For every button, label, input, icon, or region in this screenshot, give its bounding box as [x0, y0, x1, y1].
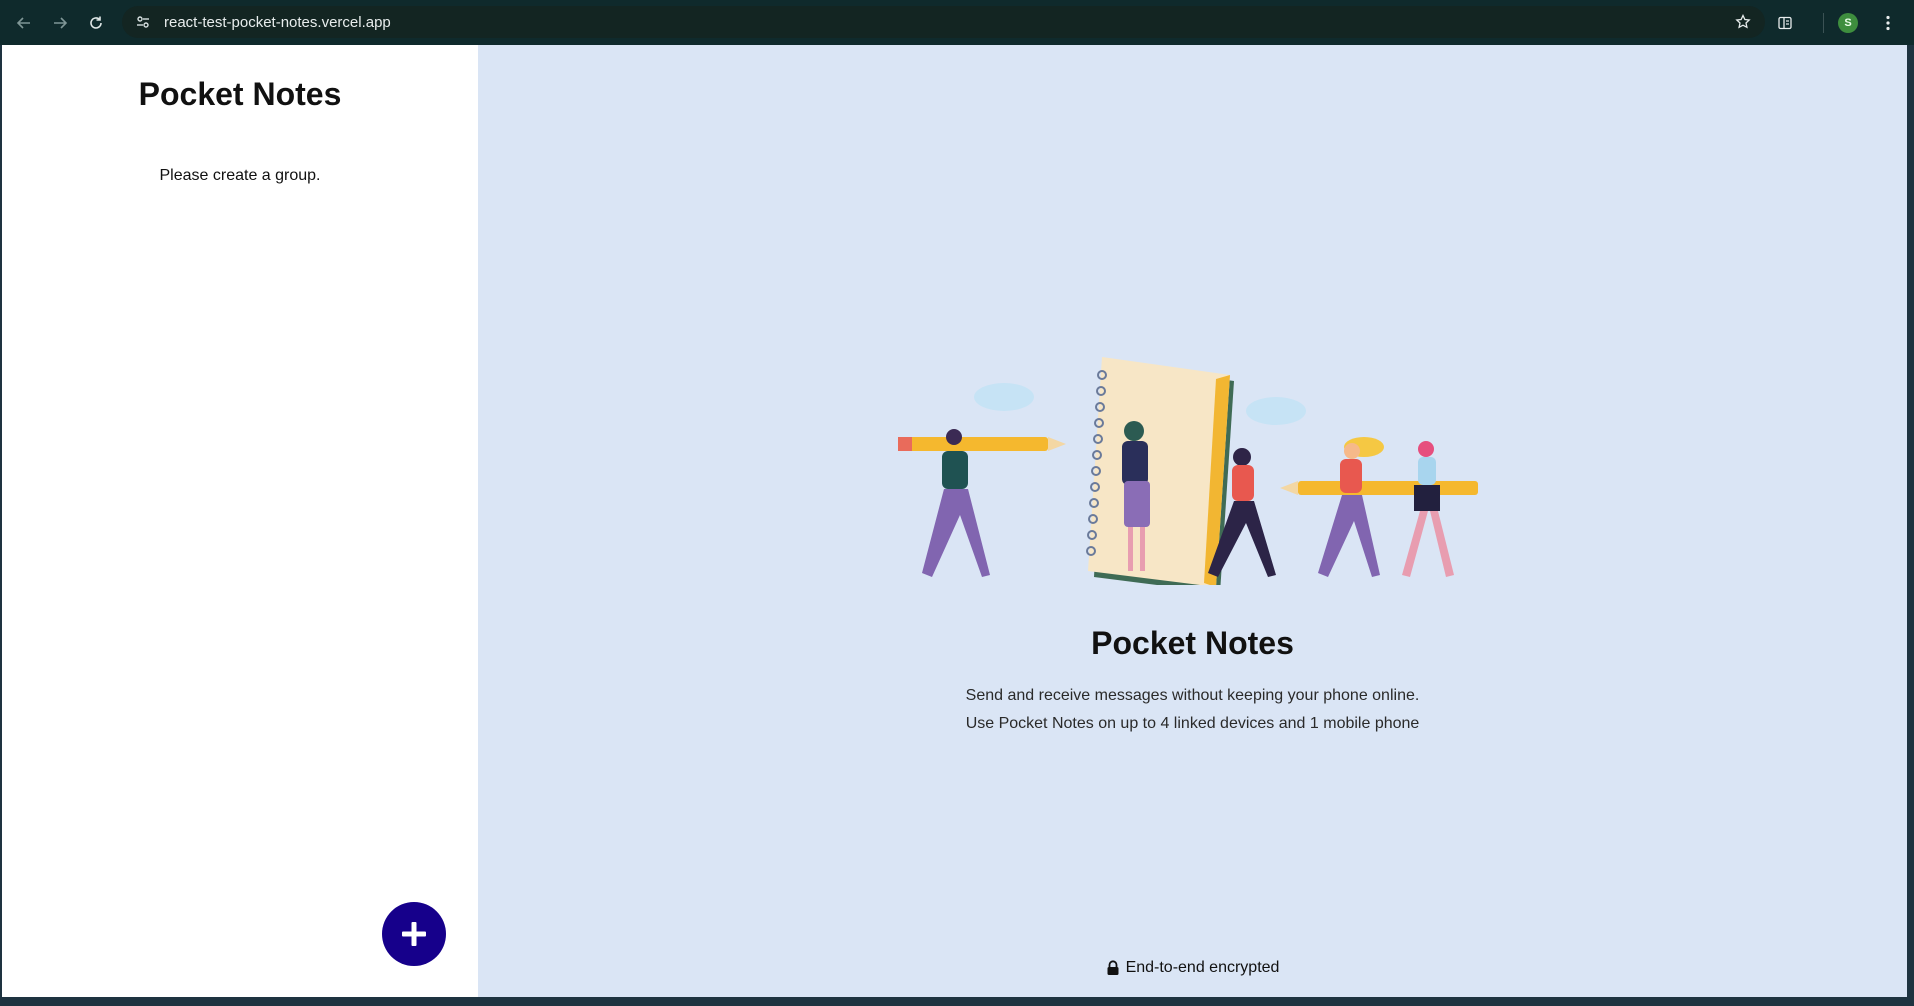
toolbar-divider — [1823, 12, 1824, 33]
back-button[interactable] — [6, 5, 42, 41]
create-group-button[interactable] — [382, 902, 446, 966]
main-panel: Pocket Notes Send and receive messages w… — [478, 45, 1907, 997]
description-line-2: Use Pocket Notes on up to 4 linked devic… — [965, 715, 1420, 732]
url-text[interactable]: react-test-pocket-notes.vercel.app — [164, 14, 391, 31]
main-title: Pocket Notes — [1091, 625, 1294, 661]
kebab-menu-icon — [1886, 15, 1890, 30]
profile-avatar[interactable]: S — [1838, 12, 1858, 33]
sidebar: Pocket Notes Please create a group. — [2, 45, 478, 997]
star-icon — [1735, 14, 1751, 29]
reload-icon — [90, 16, 102, 29]
app-window: Pocket Notes Please create a group. Pock… — [2, 45, 1907, 997]
empty-groups-message: Please create a group. — [159, 167, 321, 184]
forward-arrow-icon — [54, 16, 68, 29]
site-info-icon — [137, 16, 149, 28]
browser-toolbar: react-test-pocket-notes.vercel.app S — [0, 0, 1914, 45]
lock-icon — [1107, 960, 1119, 975]
description-line-1: Send and receive messages without keepin… — [965, 687, 1420, 704]
encryption-text: End-to-end encrypted — [1125, 959, 1280, 976]
encryption-notice: End-to-end encrypted — [478, 959, 1907, 977]
address-bar[interactable]: react-test-pocket-notes.vercel.app — [122, 6, 1765, 38]
reading-list-icon — [1778, 16, 1792, 29]
browser-menu-button[interactable] — [1876, 5, 1900, 41]
site-info-button[interactable] — [128, 9, 158, 35]
plus-icon — [402, 922, 426, 946]
reload-button[interactable] — [78, 5, 114, 41]
people-with-notebook-illustration — [898, 357, 1478, 585]
back-arrow-icon — [16, 16, 30, 29]
forward-button[interactable] — [42, 5, 78, 41]
bookmark-button[interactable] — [1731, 10, 1755, 34]
sidebar-title: Pocket Notes — [138, 76, 342, 112]
reading-list-button[interactable] — [1767, 5, 1803, 41]
